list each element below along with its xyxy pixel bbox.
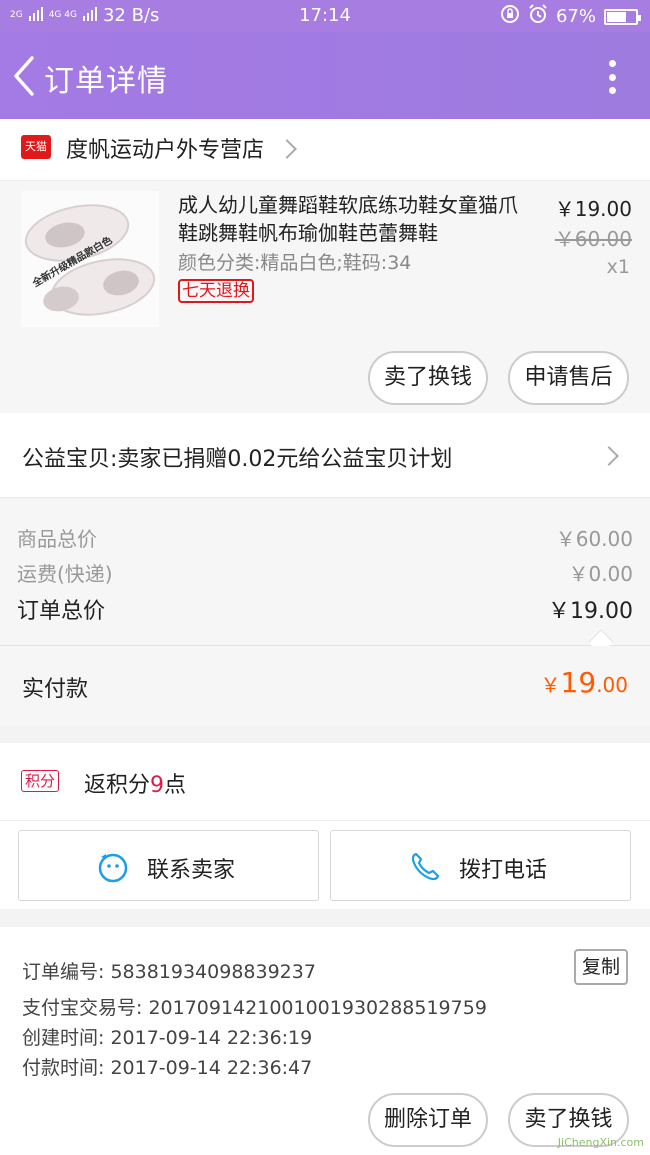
charity-text: 公益宝贝:卖家已捐赠0.02元给公益宝贝计划	[22, 447, 453, 472]
shipping-value: ￥0.00	[568, 562, 633, 586]
call-label: 拨打电话	[459, 858, 548, 883]
battery-percent: 67%	[555, 6, 596, 27]
points-row: 积分 返积分9点	[0, 743, 650, 821]
more-dots-icon	[608, 60, 616, 67]
product-sku: 颜色分类:精品白色;鞋码:34	[178, 252, 412, 274]
actual-payment-value: ￥19.00	[541, 666, 628, 699]
store-name: 度帆运动户外专营店	[66, 138, 265, 163]
created-time: 创建时间: 2017-09-14 22:36:19	[22, 1027, 313, 1049]
status-bar: 2G 4G 4G 32 B/s 17:14 67%	[0, 0, 650, 32]
product-price: ￥19.00	[554, 197, 632, 221]
ballet-shoe-image: 全新升级精品款白色	[21, 191, 159, 327]
amount-decimal: .00	[596, 673, 628, 697]
call-button[interactable]: 拨打电话	[330, 830, 631, 901]
product-card[interactable]: 全新升级精品款白色 成人幼儿童舞蹈鞋软底练功鞋女童猫爪鞋跳舞鞋帆布瑜伽鞋芭蕾舞鞋…	[0, 181, 650, 413]
order-number: 订单编号: 58381934098839237	[22, 961, 316, 983]
page-title: 订单详情	[44, 64, 168, 99]
store-header[interactable]: 天猫 度帆运动户外专营店	[0, 119, 650, 181]
points-badge: 积分	[21, 770, 60, 792]
product-title[interactable]: 成人幼儿童舞蹈鞋软底练功鞋女童猫爪鞋跳舞鞋帆布瑜伽鞋芭蕾舞鞋	[178, 191, 518, 247]
goods-total-value: ￥60.00	[555, 527, 633, 551]
shipping-label: 运费(快递)	[17, 562, 113, 586]
return-policy-badge: 七天退换	[178, 279, 254, 303]
more-dots-icon	[608, 87, 616, 94]
charity-row[interactable]: 公益宝贝:卖家已捐赠0.02元给公益宝贝计划	[0, 413, 650, 498]
points-suffix: 点	[164, 773, 187, 798]
points-number: 9	[150, 773, 165, 798]
phone-icon	[411, 852, 440, 881]
copy-button[interactable]: 复制	[574, 949, 628, 985]
points-text: 返积分9点	[84, 767, 186, 799]
alipay-number: 支付宝交易号: 2017091421001001930288519759	[22, 997, 487, 1019]
order-info: 订单编号: 58381934098839237 复制 支付宝交易号: 20170…	[0, 927, 650, 1155]
actual-payment: 实付款 ￥19.00	[0, 646, 650, 726]
order-total-label: 订单总价	[17, 599, 106, 624]
alarm-icon	[528, 4, 548, 29]
battery-fill	[607, 11, 626, 22]
chevron-right-icon	[277, 139, 297, 159]
contact-seller-label: 联系卖家	[147, 858, 236, 883]
title-bar: 订单详情	[0, 32, 650, 119]
status-right: 67%	[500, 4, 641, 29]
points-prefix: 返积分	[84, 773, 151, 798]
order-total-value: ￥19.00	[548, 599, 633, 624]
contact-seller-button[interactable]: 联系卖家	[18, 830, 319, 901]
chat-bubble-icon	[98, 853, 128, 883]
paid-time: 付款时间: 2017-09-14 22:36:47	[22, 1057, 313, 1079]
resell-button[interactable]: 卖了换钱	[368, 351, 488, 405]
currency-symbol: ￥	[540, 673, 561, 697]
chevron-right-icon	[599, 446, 619, 466]
actual-payment-label: 实付款	[22, 677, 89, 702]
amount-integer: 19	[560, 666, 597, 699]
delete-order-button[interactable]: 删除订单	[368, 1093, 488, 1147]
product-quantity: x1	[606, 256, 630, 278]
contact-row: 联系卖家 拨打电话	[0, 821, 650, 909]
goods-total-label: 商品总价	[17, 527, 97, 551]
watermark: JiChengXin.com	[557, 1136, 644, 1149]
chevron-left-icon	[14, 56, 34, 96]
more-dots-icon	[608, 73, 616, 81]
more-menu-button[interactable]	[604, 60, 620, 94]
after-sale-button[interactable]: 申请售后	[508, 351, 629, 405]
product-original-price: ￥60.00	[554, 227, 632, 251]
rotation-lock-icon	[500, 4, 520, 29]
tmall-icon: 天猫	[21, 135, 51, 159]
back-button[interactable]	[10, 54, 40, 98]
price-summary: 商品总价 ￥60.00 运费(快递) ￥0.00 订单总价 ￥19.00	[0, 499, 650, 655]
product-thumbnail[interactable]: 全新升级精品款白色	[21, 191, 159, 327]
battery-icon	[604, 8, 641, 25]
